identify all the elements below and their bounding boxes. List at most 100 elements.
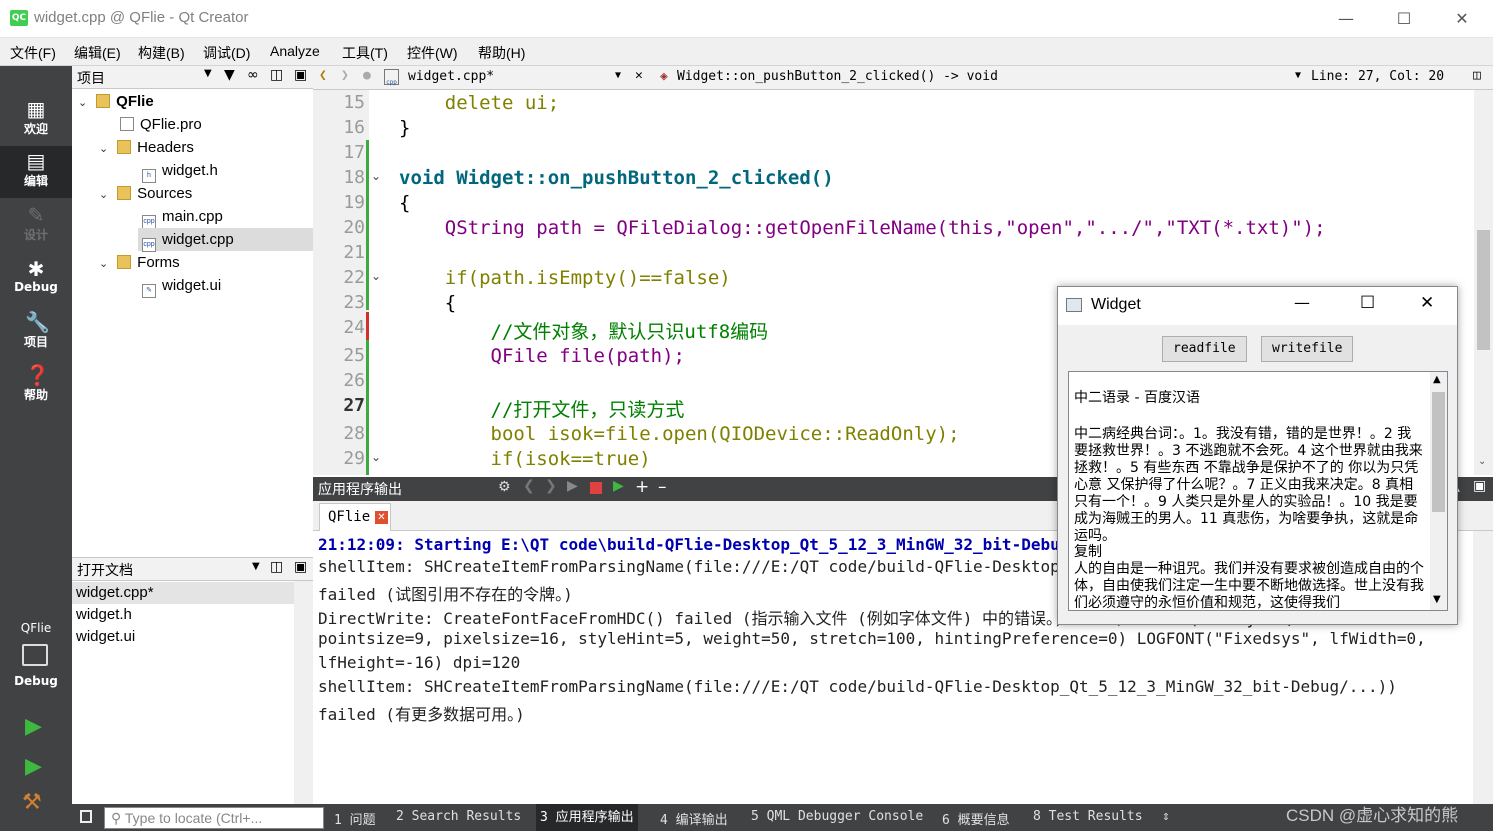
mode-welcome[interactable]: ▦ 欢迎 bbox=[0, 94, 72, 146]
close-tab-icon[interactable]: ✕ bbox=[375, 511, 388, 524]
tree-item-pro[interactable]: QFlie.pro bbox=[120, 113, 202, 136]
fold-arrow-icon[interactable]: ⌄ bbox=[371, 450, 381, 464]
split-icon[interactable]: ◫ bbox=[270, 67, 283, 83]
menu-debug[interactable]: 调试(D) bbox=[203, 43, 250, 63]
text-edit[interactable]: 中二语录 - 百度汉语 中二病经典台词：。1。我没有错，错的是世界！。2 我要拯… bbox=[1068, 371, 1448, 611]
menu-edit[interactable]: 编辑(E) bbox=[74, 43, 121, 63]
run-icon[interactable]: ▶ bbox=[25, 714, 42, 739]
function-symbol[interactable]: Widget::on_pushButton_2_clicked() -> voi… bbox=[677, 69, 998, 84]
chevron-updown-icon[interactable]: ⇕ bbox=[1162, 809, 1170, 824]
close-button[interactable]: ✕ bbox=[1433, 0, 1491, 38]
back-icon[interactable]: ❮ bbox=[319, 68, 327, 83]
cursor-position[interactable]: Line: 27, Col: 20 bbox=[1311, 69, 1444, 84]
current-file[interactable]: widget.cpp* bbox=[408, 69, 494, 84]
open-doc-item[interactable]: widget.ui bbox=[72, 626, 294, 648]
close-panel-icon[interactable]: ▣ bbox=[294, 67, 307, 83]
target-config-label: Debug bbox=[14, 674, 58, 688]
menu-controls[interactable]: 控件(W) bbox=[407, 43, 458, 63]
tree-item-widget-ui[interactable]: ✎ widget.ui bbox=[142, 274, 222, 298]
minimize-button[interactable]: — bbox=[1317, 0, 1375, 38]
minus-icon[interactable]: – bbox=[658, 477, 667, 497]
open-doc-item[interactable]: widget.cpp* bbox=[72, 582, 294, 604]
dropdown-icon[interactable]: ▼ bbox=[1295, 70, 1301, 81]
tree-label: widget.ui bbox=[162, 277, 222, 294]
cpp-file-icon: cpp bbox=[384, 69, 399, 86]
editor-scrollbar[interactable]: ⌄ bbox=[1474, 90, 1493, 475]
attach-icon[interactable]: ⚙ bbox=[498, 479, 511, 495]
tree-item-widget-h[interactable]: h widget.h bbox=[142, 159, 218, 183]
readfile-button[interactable]: readfile bbox=[1162, 336, 1247, 362]
prev-icon[interactable]: ❮ bbox=[523, 478, 535, 494]
output-tab-qflie[interactable]: QFlie ✕ bbox=[319, 503, 391, 531]
chevron-down-icon[interactable]: ▼ bbox=[1433, 594, 1441, 605]
status-tab-summary[interactable]: 6 概要信息 bbox=[942, 809, 1010, 828]
monitor-icon[interactable] bbox=[22, 644, 48, 666]
menu-build[interactable]: 构建(B) bbox=[138, 43, 185, 63]
chevron-down-icon[interactable]: ⌄ bbox=[99, 253, 113, 276]
open-doc-item[interactable]: widget.h bbox=[72, 604, 294, 626]
chevron-down-icon[interactable]: ⌄ bbox=[1478, 456, 1486, 467]
sidebar-toggle-icon[interactable] bbox=[80, 810, 92, 823]
chevron-up-icon[interactable]: ▲ bbox=[1433, 374, 1441, 385]
status-tab-issues[interactable]: 1 问题 bbox=[334, 809, 376, 828]
status-tab-search[interactable]: 2 Search Results bbox=[396, 809, 521, 824]
tree-item-main-cpp[interactable]: cpp main.cpp bbox=[142, 205, 223, 229]
search-icon: ⚲ bbox=[111, 810, 122, 826]
close-file-icon[interactable]: ✕ bbox=[635, 68, 643, 83]
close-button[interactable]: ✕ bbox=[1420, 293, 1434, 313]
split-icon[interactable]: ◫ bbox=[270, 559, 283, 575]
run-icon[interactable]: ▶ bbox=[567, 478, 578, 494]
text-scrollbar[interactable]: ▲ ▼ bbox=[1430, 372, 1447, 610]
minimize-button[interactable]: — bbox=[1294, 293, 1310, 312]
writefile-button[interactable]: writefile bbox=[1261, 336, 1354, 362]
split-icon[interactable]: ◫ bbox=[1473, 68, 1481, 83]
chevron-down-icon[interactable]: ⌄ bbox=[99, 184, 113, 207]
tree-item-sources[interactable]: ⌄ Sources bbox=[99, 182, 192, 205]
debug-run-icon[interactable]: ▶ bbox=[25, 754, 42, 779]
mode-help[interactable]: ❓ 帮助 bbox=[0, 360, 72, 412]
status-tab-qml[interactable]: 5 QML Debugger Console bbox=[751, 809, 923, 824]
status-tab-app-output[interactable]: 3 应用程序输出 bbox=[536, 804, 638, 831]
mode-edit[interactable]: ▤ 编辑 bbox=[0, 146, 72, 198]
maximize-button[interactable]: ☐ bbox=[1375, 0, 1433, 38]
scrollbar-thumb[interactable] bbox=[1477, 230, 1490, 350]
mode-projects[interactable]: 🔧 项目 bbox=[0, 307, 72, 359]
lock-icon: ● bbox=[363, 68, 371, 83]
menu-tools[interactable]: 工具(T) bbox=[342, 43, 388, 63]
menu-file[interactable]: 文件(F) bbox=[10, 43, 56, 63]
tree-item-headers[interactable]: ⌄ Headers bbox=[99, 136, 194, 159]
fold-arrow-icon[interactable]: ⌄ bbox=[371, 169, 381, 183]
chevron-down-icon[interactable]: ⌄ bbox=[78, 92, 92, 115]
chevron-down-icon[interactable]: ⌄ bbox=[99, 138, 113, 161]
tree-item-forms[interactable]: ⌄ Forms bbox=[99, 251, 180, 274]
locator-input[interactable]: ⚲ Type to locate (Ctrl+... bbox=[104, 807, 324, 829]
menu-analyze[interactable]: Analyze bbox=[270, 43, 320, 59]
window-icon bbox=[1066, 298, 1082, 312]
tree-item-qflie[interactable]: ⌄ QFlie bbox=[78, 90, 154, 113]
close-panel-icon[interactable]: ▣ bbox=[294, 559, 307, 575]
folder-icon bbox=[117, 255, 132, 269]
fold-arrow-icon[interactable]: ⌄ bbox=[371, 269, 381, 283]
widget-title: Widget bbox=[1091, 296, 1141, 313]
tree-item-widget-cpp[interactable]: cpp widget.cpp bbox=[138, 228, 313, 252]
dropdown-icon[interactable]: ▼ bbox=[252, 561, 260, 572]
menu-help[interactable]: 帮助(H) bbox=[478, 43, 525, 63]
open-docs-scrollbar[interactable] bbox=[294, 581, 313, 804]
status-tab-tests[interactable]: 8 Test Results bbox=[1033, 809, 1143, 824]
mode-debug[interactable]: ✱ Debug bbox=[0, 254, 72, 306]
filter-icon[interactable]: ▼ bbox=[224, 67, 235, 83]
maximize-button[interactable]: ☐ bbox=[1360, 293, 1375, 313]
scrollbar-thumb[interactable] bbox=[1432, 392, 1445, 512]
next-icon[interactable]: ❯ bbox=[545, 478, 557, 494]
status-tab-compile[interactable]: 4 编译输出 bbox=[660, 809, 728, 828]
dropdown-icon[interactable]: ▼ bbox=[615, 70, 621, 81]
close-panel-icon[interactable]: ▣ bbox=[1473, 478, 1486, 494]
output-scrollbar[interactable] bbox=[1473, 531, 1493, 804]
stop-icon[interactable] bbox=[590, 482, 602, 494]
forward-icon[interactable]: ❯ bbox=[341, 68, 349, 83]
hammer-icon[interactable]: ⚒ bbox=[22, 790, 42, 815]
debug-run-icon[interactable]: ▶ bbox=[613, 478, 624, 494]
plus-icon[interactable]: + bbox=[635, 477, 649, 497]
dropdown-icon[interactable]: ▼ bbox=[204, 68, 212, 79]
link-icon[interactable]: ∞ bbox=[247, 67, 259, 83]
